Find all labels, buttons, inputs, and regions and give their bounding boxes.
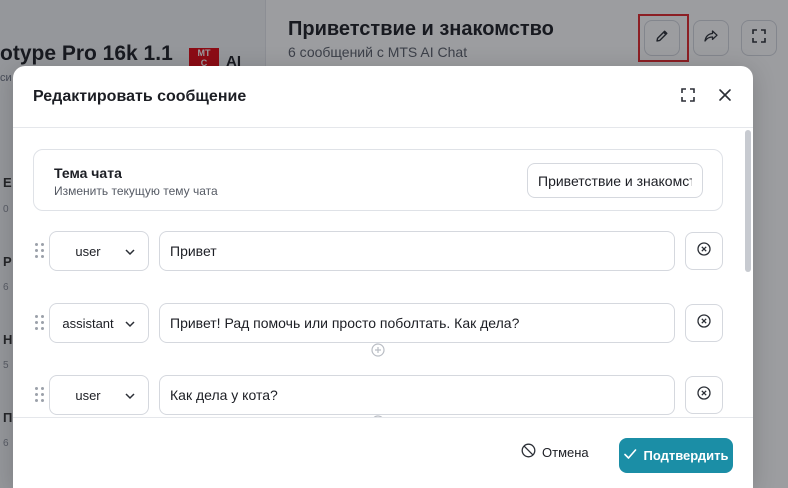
delete-circle-icon xyxy=(697,313,711,333)
cancel-button[interactable]: Отмена xyxy=(521,440,589,464)
message-text-input[interactable] xyxy=(159,231,675,271)
add-message-button[interactable] xyxy=(371,342,385,362)
message-row: assistant xyxy=(33,303,733,343)
chevron-down-icon xyxy=(124,245,136,263)
message-text-input[interactable] xyxy=(159,375,675,415)
delete-message-button[interactable] xyxy=(685,232,723,270)
modal-body: Тема чата Изменить текущую тему чата use… xyxy=(13,129,753,417)
role-value: user xyxy=(75,387,101,403)
close-modal-button[interactable] xyxy=(712,84,738,110)
message-text-input[interactable] xyxy=(159,303,675,343)
chat-topic-card: Тема чата Изменить текущую тему чата xyxy=(33,149,723,211)
topic-description: Изменить текущую тему чата xyxy=(54,184,218,198)
role-value: assistant xyxy=(62,315,114,331)
message-row: user xyxy=(33,375,733,415)
close-icon xyxy=(718,88,732,107)
drag-handle-icon[interactable] xyxy=(35,243,45,259)
role-select[interactable]: assistant xyxy=(49,303,149,343)
edit-message-modal: Редактировать сообщение Тема чата Измени… xyxy=(13,66,753,488)
expand-modal-button[interactable] xyxy=(675,84,701,110)
delete-circle-icon xyxy=(697,241,711,261)
drag-handle-icon[interactable] xyxy=(35,315,45,331)
modal-footer: Отмена Подтвердить xyxy=(13,417,753,488)
checkmark-icon xyxy=(623,447,637,464)
chevron-down-icon xyxy=(124,317,136,335)
delete-circle-icon xyxy=(697,385,711,405)
message-row: user xyxy=(33,231,733,271)
modal-header: Редактировать сообщение xyxy=(13,66,753,128)
add-circle-icon xyxy=(371,342,385,362)
modal-title: Редактировать сообщение xyxy=(33,88,247,105)
cancel-circle-icon xyxy=(521,443,536,461)
role-select[interactable]: user xyxy=(49,231,149,271)
role-value: user xyxy=(75,243,101,259)
confirm-label: Подтвердить xyxy=(643,448,729,463)
role-select[interactable]: user xyxy=(49,375,149,415)
delete-message-button[interactable] xyxy=(685,304,723,342)
drag-handle-icon[interactable] xyxy=(35,387,45,403)
modal-scrollbar[interactable] xyxy=(745,130,751,272)
expand-icon xyxy=(681,87,695,107)
topic-input[interactable] xyxy=(527,163,703,198)
topic-label: Тема чата xyxy=(54,165,122,181)
confirm-button[interactable]: Подтвердить xyxy=(619,438,733,473)
cancel-label: Отмена xyxy=(542,444,589,460)
chevron-down-icon xyxy=(124,389,136,407)
delete-message-button[interactable] xyxy=(685,376,723,414)
